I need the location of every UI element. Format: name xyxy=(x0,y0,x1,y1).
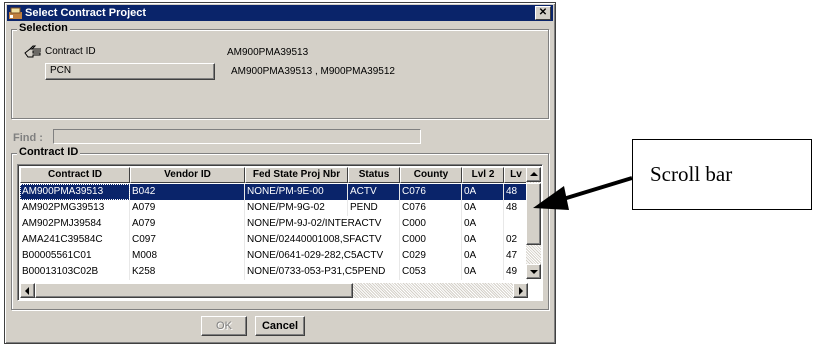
cell-county: C000 xyxy=(400,232,462,248)
table-row[interactable]: AM902PMG39513 A079 NONE/PM-9G-02 PEND C0… xyxy=(20,200,528,216)
column-header-lvl-2[interactable]: Lvl 2 xyxy=(462,167,504,183)
column-header-lv[interactable]: Lv xyxy=(504,167,528,183)
cell-vendor-id: B042 xyxy=(130,184,245,200)
selection-group-label: Selection xyxy=(17,22,70,34)
cell-lv: 02 xyxy=(504,232,528,248)
cell-lvl-2: 0A xyxy=(462,200,504,216)
table-rows: AM900PMA39513 B042 NONE/PM-9E-00 ACTV C0… xyxy=(20,184,528,280)
table-row[interactable]: B00013103C02B K258 NONE/0733-053-P31,C5P… xyxy=(20,264,528,280)
cell-lvl-2: 0A xyxy=(462,184,504,200)
column-header-fed-state-proj-nbr[interactable]: Fed State Proj Nbr xyxy=(245,167,348,183)
cell-lv: 48 xyxy=(504,200,528,216)
cell-vendor-id: C097 xyxy=(130,232,245,248)
cell-vendor-id: K258 xyxy=(130,264,245,280)
cell-lv: 48 xyxy=(504,184,528,200)
cell-status: ACTV xyxy=(348,184,400,200)
cell-county: C000 xyxy=(400,216,462,232)
table-row[interactable]: B00005561C01 M008 NONE/0641-029-282,C5AC… xyxy=(20,248,528,264)
title-bar[interactable]: Select Contract Project ✕ xyxy=(7,5,553,21)
select-contract-project-dialog: Select Contract Project ✕ Selection Cont… xyxy=(4,2,556,344)
cell-fed-state-proj-nbr: NONE/0733-053-P31,C5PEND xyxy=(245,264,400,280)
cell-county: C076 xyxy=(400,184,462,200)
column-header-contract-id[interactable]: Contract ID xyxy=(20,167,130,183)
cell-lvl-2: 0A xyxy=(462,264,504,280)
scroll-bar-callout: Scroll bar xyxy=(632,139,812,210)
scroll-down-button[interactable] xyxy=(526,264,541,279)
close-icon: ✕ xyxy=(538,7,548,18)
cell-fed-state-proj-nbr: NONE/0641-029-282,C5ACTV xyxy=(245,248,400,264)
cell-fed-state-proj-nbr: NONE/PM-9G-02 xyxy=(245,200,348,216)
contract-id-button[interactable]: Contract ID xyxy=(41,45,207,61)
scroll-left-button[interactable] xyxy=(20,283,35,298)
scroll-right-arrow-icon xyxy=(519,287,523,295)
ok-button[interactable]: OK xyxy=(201,316,247,336)
pcn-value: AM900PMA39513 , M900PMA39512 xyxy=(231,66,395,77)
scroll-down-arrow-icon xyxy=(530,270,538,274)
cell-vendor-id: A079 xyxy=(130,216,245,232)
vertical-scrollbar[interactable] xyxy=(526,167,541,279)
cell-lvl-2: 0A xyxy=(462,248,504,264)
cell-fed-state-proj-nbr: NONE/PM-9J-02/INTERACTV xyxy=(245,216,400,232)
cell-vendor-id: M008 xyxy=(130,248,245,264)
cell-lv xyxy=(504,216,528,232)
cell-county: C053 xyxy=(400,264,462,280)
contract-id-group-label: Contract ID xyxy=(17,146,81,158)
cell-fed-state-proj-nbr: NONE/PM-9E-00 xyxy=(245,184,348,200)
table-row[interactable]: AM902PMJ39584 A079 NONE/PM-9J-02/INTERAC… xyxy=(20,216,528,232)
contract-table[interactable]: Contract ID Vendor ID Fed State Proj Nbr… xyxy=(17,164,543,301)
window-title: Select Contract Project xyxy=(25,7,147,19)
scroll-up-arrow-icon xyxy=(530,172,538,176)
cell-county: C029 xyxy=(400,248,462,264)
column-header-status[interactable]: Status xyxy=(348,167,400,183)
cell-contract-id: AM902PMJ39584 xyxy=(20,216,130,232)
cell-county: C076 xyxy=(400,200,462,216)
column-header-vendor-id[interactable]: Vendor ID xyxy=(130,167,245,183)
table-header: Contract ID Vendor ID Fed State Proj Nbr… xyxy=(20,167,528,183)
horizontal-scrollbar[interactable] xyxy=(20,283,528,298)
cell-contract-id: B00013103C02B xyxy=(20,264,130,280)
cell-lv: 49 xyxy=(504,264,528,280)
scroll-up-button[interactable] xyxy=(526,167,541,182)
cell-lvl-2: 0A xyxy=(462,232,504,248)
cell-lv: 47 xyxy=(504,248,528,264)
scroll-right-button[interactable] xyxy=(513,283,528,298)
cell-lvl-2: 0A xyxy=(462,216,504,232)
cell-contract-id: AM900PMA39513 xyxy=(20,184,130,200)
pcn-button[interactable]: PCN xyxy=(45,63,215,80)
find-label: Find : xyxy=(13,132,43,144)
find-input[interactable] xyxy=(53,129,421,144)
cell-contract-id: AMA241C39584C xyxy=(20,232,130,248)
table-row[interactable]: AM900PMA39513 B042 NONE/PM-9E-00 ACTV C0… xyxy=(20,184,528,200)
cell-status: PEND xyxy=(348,200,400,216)
window-app-icon xyxy=(9,7,22,20)
scroll-left-arrow-icon xyxy=(25,287,29,295)
close-button[interactable]: ✕ xyxy=(535,6,551,20)
contract-id-value: AM900PMA39513 xyxy=(227,47,309,58)
column-header-county[interactable]: County xyxy=(400,167,462,183)
vertical-scroll-thumb[interactable] xyxy=(526,183,541,245)
cancel-button[interactable]: Cancel xyxy=(255,316,305,336)
horizontal-scroll-thumb[interactable] xyxy=(35,283,353,298)
cell-contract-id: B00005561C01 xyxy=(20,248,130,264)
cell-fed-state-proj-nbr: NONE/02440001008,SFACTV xyxy=(245,232,400,248)
table-row[interactable]: AMA241C39584C C097 NONE/02440001008,SFAC… xyxy=(20,232,528,248)
cell-vendor-id: A079 xyxy=(130,200,245,216)
cell-contract-id: AM902PMG39513 xyxy=(20,200,130,216)
